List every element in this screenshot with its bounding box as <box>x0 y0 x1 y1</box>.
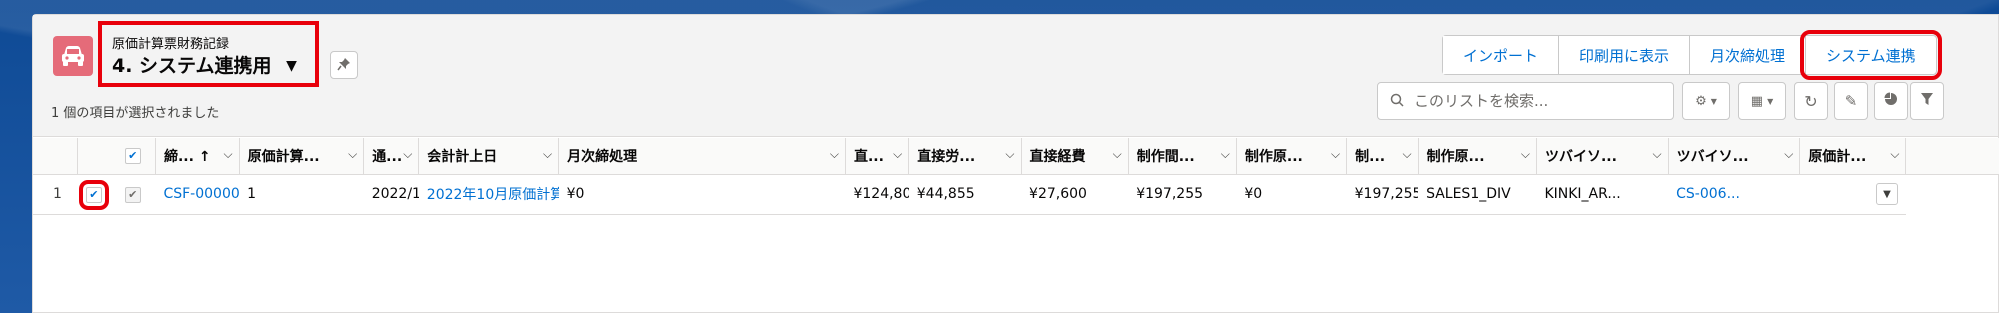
import-button[interactable]: インポート <box>1443 36 1560 74</box>
gear-icon: ⚙ <box>1695 93 1707 109</box>
list-view-card: 原価計算票財務記録 4. システム連携用 ▼ 1 個の項目が選択されました イン… <box>32 14 1999 313</box>
chevron-down-icon[interactable]: ⌵ <box>1521 147 1530 162</box>
select-all-checkbox[interactable]: ✔ <box>124 148 141 165</box>
chevron-down-icon[interactable]: ⌵ <box>1402 147 1411 162</box>
column-header[interactable]: 直接労... ⌵ <box>908 138 1022 175</box>
chevron-down-icon[interactable]: ⌵ <box>830 147 839 162</box>
column-header[interactable]: 直接経費 ⌵ <box>1021 138 1129 175</box>
table-cell: ¥197,255 <box>1346 174 1419 215</box>
chevron-down-icon[interactable]: ⌵ <box>1221 147 1230 162</box>
breadcrumb: 原価計算票財務記録 <box>112 37 230 52</box>
list-actions: インポート 印刷用に表示 月次締処理 システム連携 <box>1442 30 1942 80</box>
list-view-header: 原価計算票財務記録 4. システム連携用 ▼ 1 個の項目が選択されました イン… <box>33 15 1998 137</box>
display-as-button[interactable]: ▦ ▼ <box>1738 82 1786 120</box>
column-header[interactable]: 直... ⌵ <box>845 138 910 175</box>
column-header[interactable]: 月次締処理 ⌵ <box>558 138 846 175</box>
row-checkbox-cell: ✔ <box>77 174 117 215</box>
table-cell: SALES1_DIV <box>1418 174 1537 215</box>
column-header[interactable]: 締... ↑ ⌵ <box>155 138 240 175</box>
table-cell: 2022/10/... <box>363 174 419 215</box>
pin-icon <box>337 56 351 75</box>
column-header[interactable]: 制... ⌵ <box>1346 138 1419 175</box>
close-flag-checkbox: ✔ <box>124 186 141 203</box>
chevron-down-icon[interactable]: ⌵ <box>893 147 902 162</box>
list-title-highlight: 原価計算票財務記録 4. システム連携用 ▼ <box>98 21 319 87</box>
column-header[interactable]: 原価計算... ⌵ <box>239 138 365 175</box>
row-checkbox[interactable]: ✔ <box>78 179 109 210</box>
chevron-down-icon[interactable]: ⌵ <box>543 147 552 162</box>
chevron-down-icon: ▼ <box>1767 96 1774 106</box>
edit-list-button[interactable]: ✎ <box>1834 82 1868 120</box>
select-all-cell <box>77 138 117 175</box>
table-cell: ¥0 <box>1236 174 1347 215</box>
pencil-icon: ✎ <box>1844 92 1858 110</box>
table-cell: ¥197,255 <box>1128 174 1237 215</box>
column-header[interactable]: ツバイソ... ⌵ <box>1536 138 1669 175</box>
list-settings-button[interactable]: ⚙ ▼ <box>1682 82 1730 120</box>
table-cell: 1 <box>239 174 364 215</box>
selection-status: 1 個の項目が選択されました <box>51 106 220 121</box>
row-action-menu-button[interactable]: ▼ <box>1875 183 1898 205</box>
table-cell: KINKI_AR... <box>1536 174 1669 215</box>
record-name-link[interactable]: CSF-00000 <box>155 174 240 215</box>
chevron-down-icon[interactable]: ⌵ <box>348 147 357 162</box>
refresh-button[interactable]: ↻ <box>1794 82 1828 120</box>
column-header-rownum <box>33 138 79 175</box>
print-view-button[interactable]: 印刷用に表示 <box>1559 36 1691 74</box>
chevron-down-icon[interactable]: ⌵ <box>1005 147 1014 162</box>
row-actions-cell: ▼ <box>1799 174 1906 215</box>
list-view-selector[interactable]: 4. システム連携用 ▼ <box>112 51 297 78</box>
chevron-down-icon[interactable]: ⌵ <box>403 147 412 162</box>
chevron-down-icon[interactable]: ⌵ <box>1331 147 1340 162</box>
pin-button[interactable] <box>330 51 358 79</box>
column-header[interactable]: ツバイソ... ⌵ <box>1668 138 1801 175</box>
chevron-down-icon[interactable]: ⌵ <box>1653 147 1662 162</box>
table-cell: ¥124,800 <box>845 174 909 215</box>
search-input[interactable] <box>1412 91 1652 111</box>
monthly-close-button[interactable]: 月次締処理 <box>1690 36 1807 74</box>
chevron-down-icon: ▼ <box>1710 96 1717 106</box>
column-header[interactable]: 会計計上日 ⌵ <box>418 138 560 175</box>
refresh-icon: ↻ <box>1804 91 1818 111</box>
car-icon <box>53 36 93 76</box>
record-table: ✔ 締... ↑ ⌵ 原価計算... ⌵ 通... ⌵ 会計計上日 ⌵ 月次締処理 ⌵ 直… <box>33 138 1999 215</box>
caret-down-icon: ▼ <box>286 58 297 74</box>
chevron-down-icon[interactable]: ⌵ <box>224 147 233 162</box>
list-search[interactable] <box>1377 82 1674 120</box>
system-integration-button[interactable]: システム連携 <box>1800 30 1942 80</box>
chart-button[interactable] <box>1874 82 1908 120</box>
table-cell: ¥44,855 <box>908 174 1022 215</box>
row-flag-cell: ✔ <box>116 174 156 215</box>
sort-asc-icon: ↑ <box>198 148 211 165</box>
chevron-down-icon[interactable]: ⌵ <box>1784 147 1793 162</box>
table-icon: ▦ <box>1750 93 1764 109</box>
search-icon <box>1390 92 1404 111</box>
column-header[interactable]: 制作原... ⌵ <box>1418 138 1537 175</box>
column-header[interactable]: 制作原... ⌵ <box>1236 138 1348 175</box>
chevron-down-icon[interactable]: ⌵ <box>1113 147 1122 162</box>
pie-chart-icon <box>1884 92 1898 110</box>
table-header-row: ✔ 締... ↑ ⌵ 原価計算... ⌵ 通... ⌵ 会計計上日 ⌵ 月次締処理 ⌵ 直… <box>33 138 1999 175</box>
table-cell: ¥27,600 <box>1021 174 1129 215</box>
cost-sheet-link[interactable]: CS-006... <box>1668 174 1800 215</box>
row-number: 1 <box>33 174 78 215</box>
chevron-down-icon[interactable]: ⌵ <box>1890 147 1899 162</box>
column-header[interactable]: 通... ⌵ <box>363 138 420 175</box>
select-all-checkbox-cell[interactable]: ✔ <box>116 138 156 175</box>
column-header[interactable]: 原価計... ⌵ <box>1799 138 1907 175</box>
column-header[interactable]: 制作間... ⌵ <box>1128 138 1237 175</box>
table-cell: ¥0 <box>558 174 846 215</box>
monthly-close-link[interactable]: 2022年10月原価計算票財務記録 <box>418 174 559 215</box>
filter-button[interactable] <box>1910 82 1944 120</box>
column-header-actions <box>1905 138 1999 175</box>
page-title: 4. システム連携用 <box>112 55 272 77</box>
table-row: 1 ✔ ✔ CSF-00000 1 2022/10/... 2022年10月原価… <box>33 174 1999 215</box>
filter-icon <box>1920 92 1934 110</box>
